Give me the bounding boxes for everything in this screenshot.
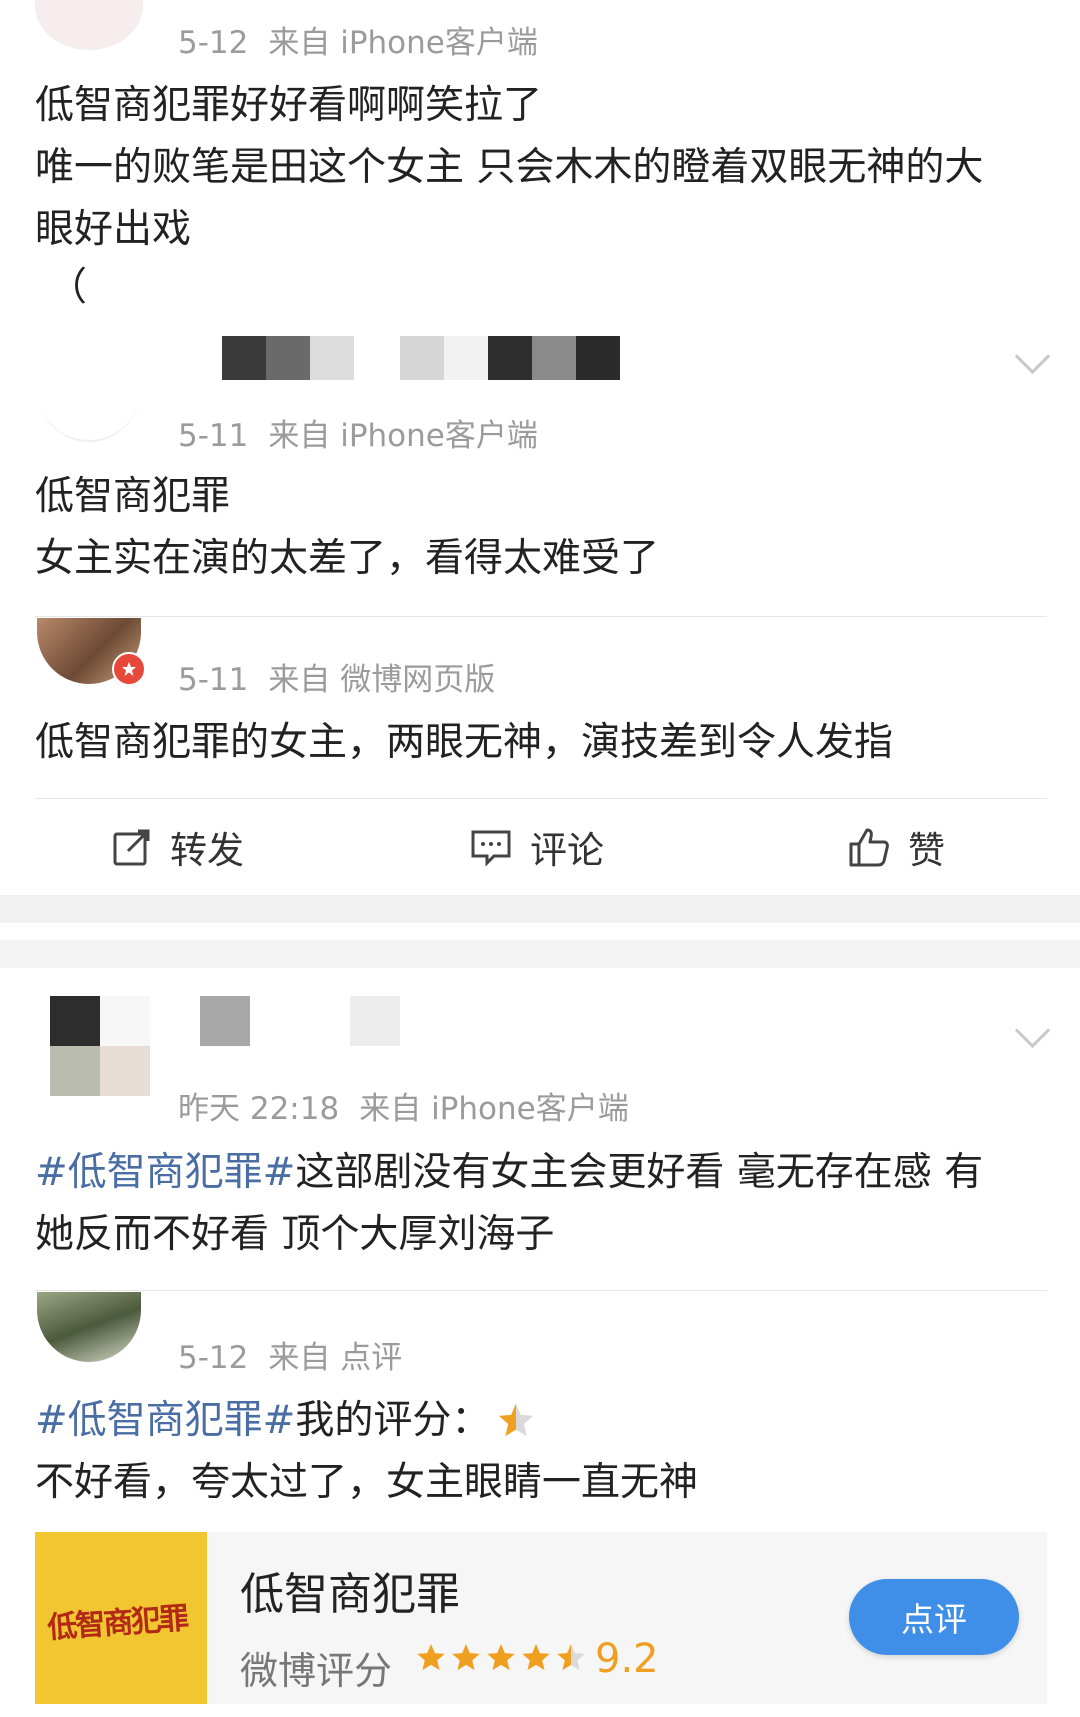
half-star-icon [557,1644,585,1671]
source-prefix: 来自 [268,25,331,61]
comment-meta: 5-12 来自 点评 [178,1332,402,1377]
comment-date: 昨天 22:18 [178,1091,340,1127]
score-label: 微博评分 [240,1649,393,1693]
comment-meta: 5-11 来自 微博网页版 [178,654,495,699]
score-value: 9.2 [595,1636,659,1682]
source-prefix: 来自 [268,662,331,698]
divider [35,1290,1047,1291]
chevron-down-icon[interactable] [1014,338,1051,375]
source-prefix: 来自 [268,418,331,454]
review-card[interactable]: 低智商犯罪 低智商犯罪 微博评分 9.2 点评 [35,1532,1047,1704]
comment-source: iPhone客户端 [340,25,538,61]
comment-text-line: （ [48,265,88,310]
verified-badge-icon [112,652,146,686]
comment-text-line: 女主实在演的太差了，看得太难受了 [35,536,660,581]
comment-source: iPhone客户端 [340,418,538,454]
comment-meta: 昨天 22:18 来自 iPhone客户端 [178,1083,629,1128]
comment-text-line: 眼好出戏 [35,207,192,252]
comment-text-line: #低智商犯罪#这部剧没有女主会更好看 毫无存在感 有 [35,1142,983,1204]
comment-text-line: 低智商犯罪好好看啊啊笑拉了 [35,83,543,128]
comment-label: 评论 [530,829,604,872]
section-gap [0,895,1080,923]
star-icon [452,1644,480,1671]
rating-stars [415,1642,587,1674]
comment-button[interactable]: 评论 [470,822,604,872]
comment-text: 这部剧没有女主会更好看 毫无存在感 有 [295,1150,984,1195]
repost-button[interactable]: 转发 [112,822,244,872]
source-prefix: 来自 [359,1091,422,1127]
comment-source: iPhone客户端 [431,1091,629,1127]
poster-title: 低智商犯罪 [46,1601,189,1646]
star-icon [487,1644,515,1671]
avatar[interactable] [38,340,140,442]
rate-button[interactable]: 点评 [849,1579,1019,1655]
comment-date: 5-11 [178,418,249,454]
star-icon [417,1644,445,1671]
comment-text-line: 低智商犯罪的女主，两眼无神，演技差到令人发指 [35,720,894,765]
comment-meta: 5-11 来自 iPhone客户端 [178,410,538,455]
chevron-down-icon[interactable] [1014,1012,1051,1049]
comment-meta: 5-12 来自 iPhone客户端 [178,17,538,62]
card-title: 低智商犯罪 [240,1569,460,1620]
hashtag-link[interactable]: #低智商犯罪# [35,1150,295,1195]
divider [35,616,1047,617]
comment-text-line: 唯一的败笔是田这个女主 只会木木的瞪着双眼无神的大 [35,145,984,190]
avatar[interactable] [35,0,143,50]
like-label: 赞 [908,829,945,872]
repost-icon [113,829,150,866]
comment-date: 5-12 [178,1340,249,1376]
like-button[interactable]: 赞 [848,822,945,872]
repost-label: 转发 [170,829,244,872]
comment-source: 点评 [340,1340,403,1376]
thumbs-up-icon [849,828,889,867]
comment-text-line: 低智商犯罪 [35,474,231,519]
rating-label: 我的评分： [295,1398,491,1443]
comment-text-line: 不好看，夸太过了，女主眼睛一直无神 [35,1460,699,1505]
divider [35,798,1047,799]
comment-icon [471,830,511,867]
avatar[interactable] [37,1292,141,1362]
comment-date: 5-12 [178,25,249,61]
comment-text-line: 她反而不好看 顶个大厚刘海子 [35,1212,555,1257]
comment-source: 微博网页版 [340,662,496,698]
poster-image: 低智商犯罪 [35,1532,207,1704]
comment-date: 5-11 [178,662,249,698]
star-icon [522,1644,550,1671]
hashtag-link[interactable]: #低智商犯罪# [35,1390,295,1452]
half-star-icon [499,1403,534,1437]
comment-text-line: #低智商犯罪# 我的评分： [35,1390,536,1452]
source-prefix: 来自 [268,1340,331,1376]
section-gap [0,940,1080,968]
